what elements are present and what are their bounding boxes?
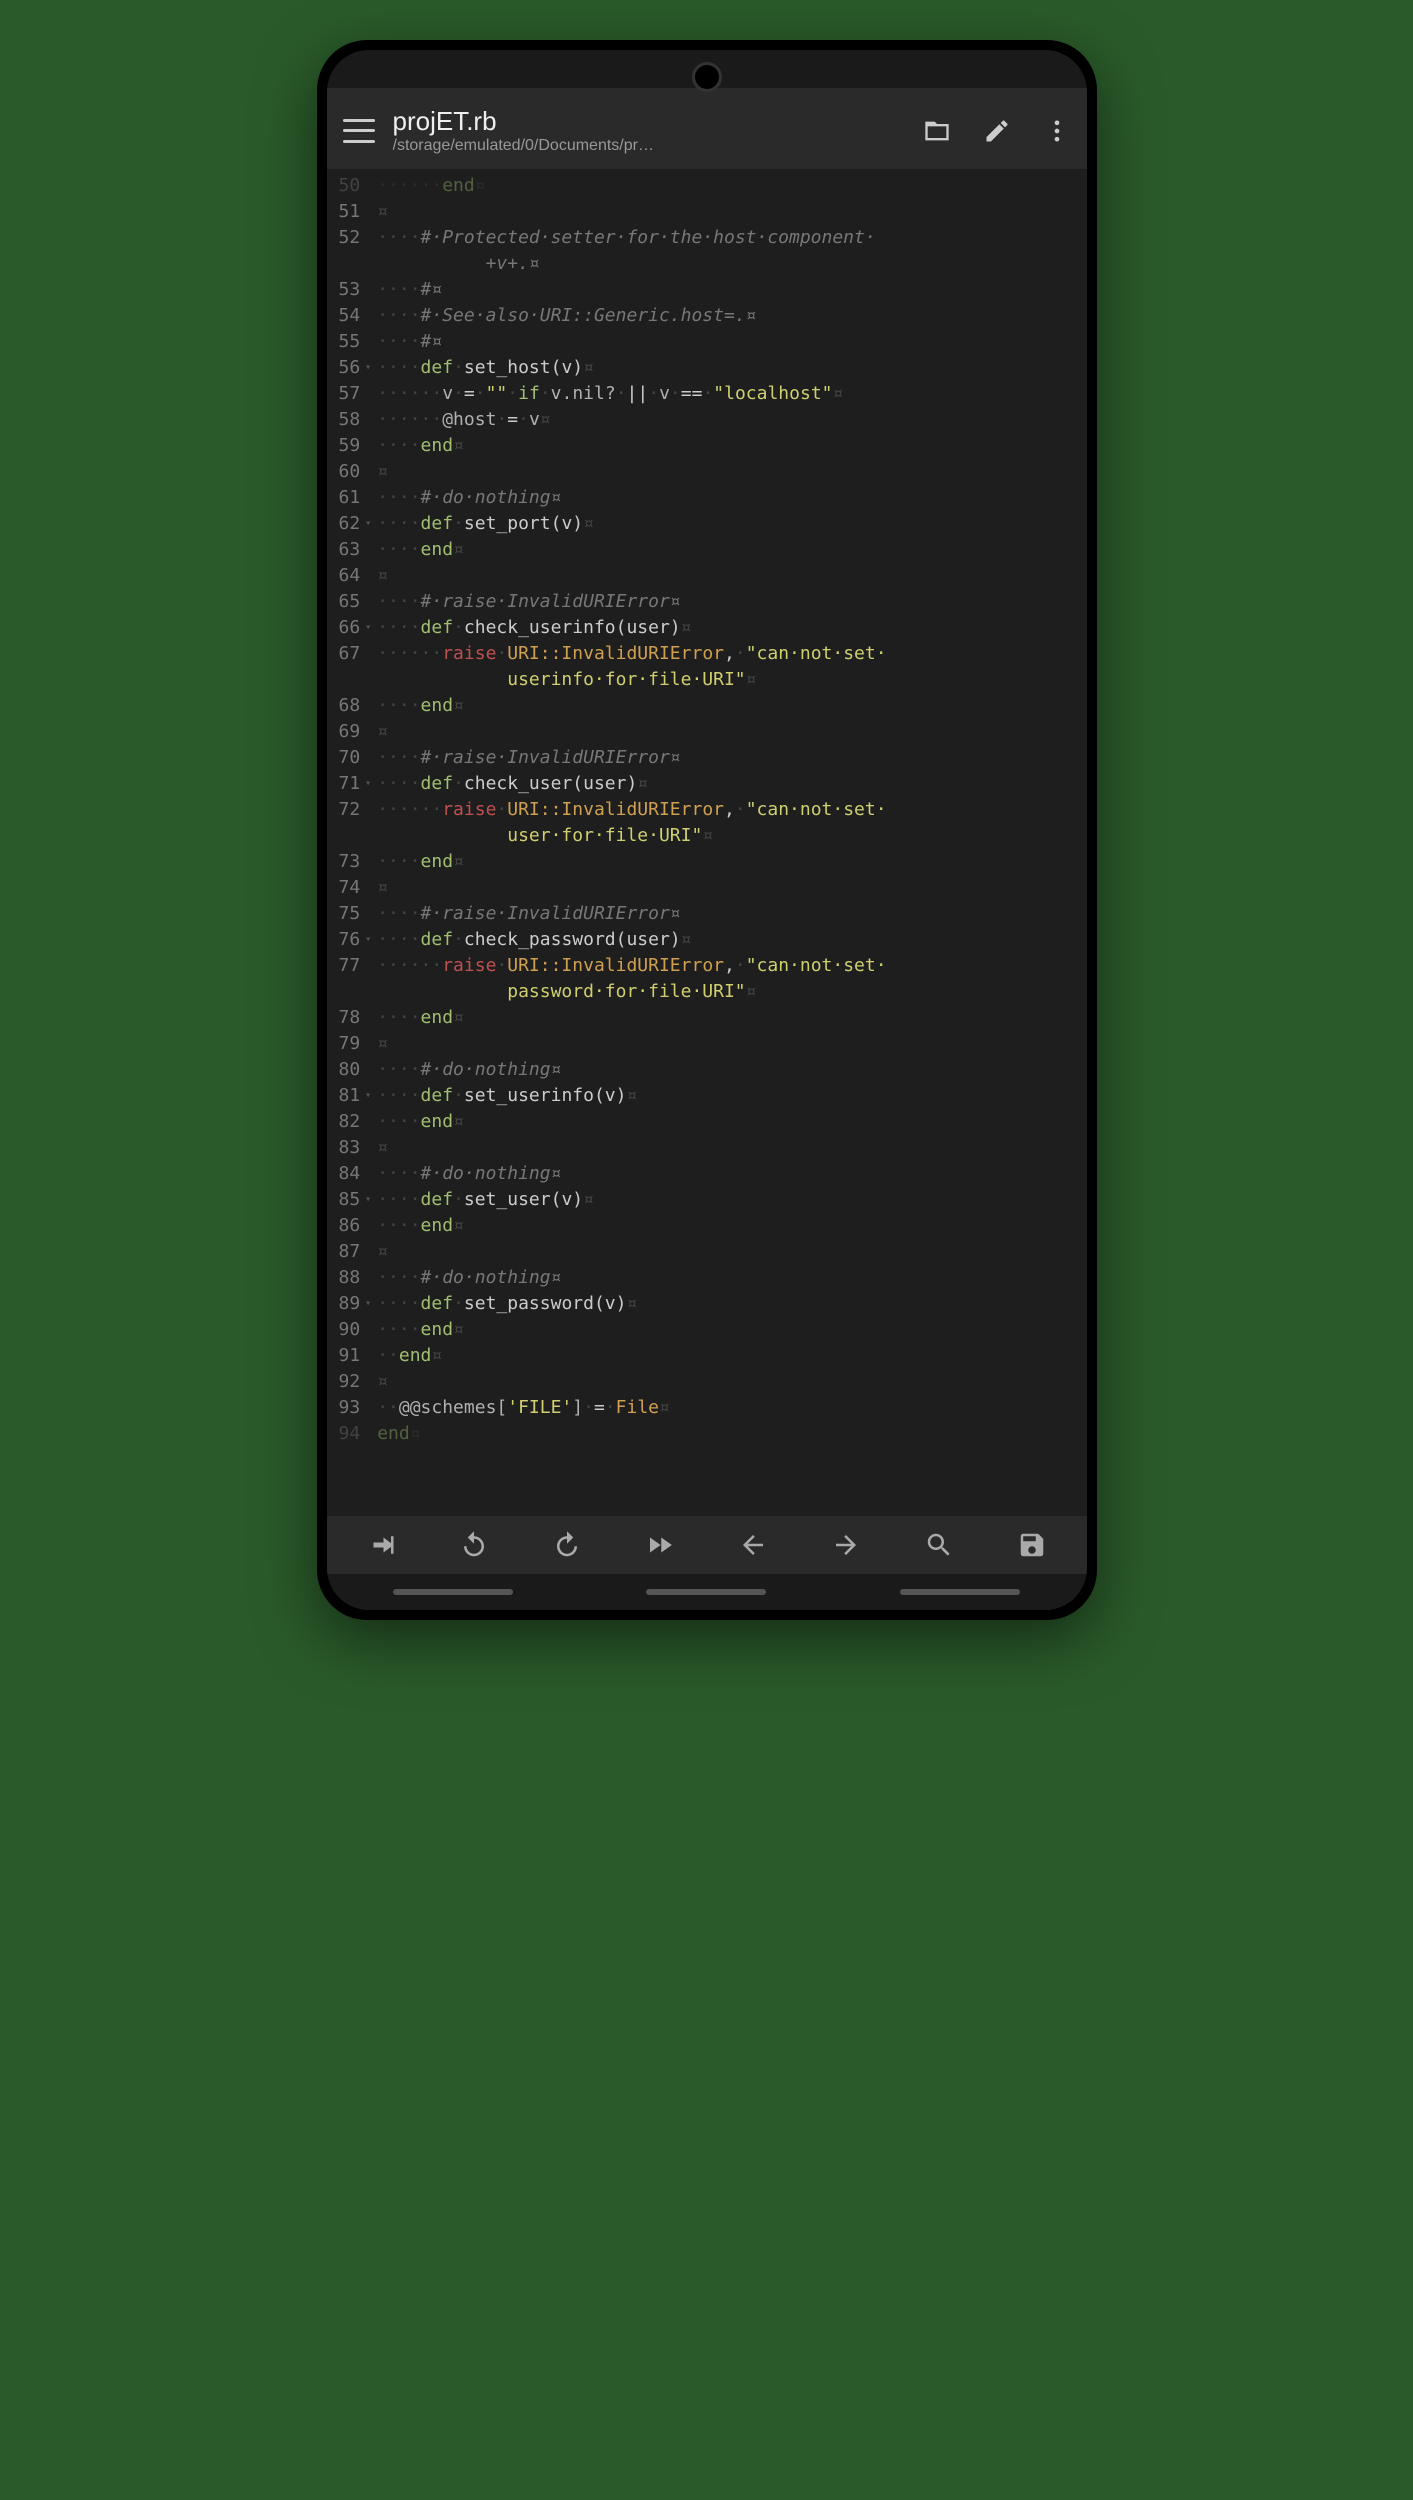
bottom-toolbar (327, 1516, 1087, 1574)
nav-back[interactable] (900, 1589, 1020, 1595)
save-icon[interactable] (1017, 1530, 1047, 1560)
file-title: projET.rb (393, 106, 911, 137)
title-area: projET.rb /storage/emulated/0/Documents/… (393, 106, 911, 155)
screen: projET.rb /storage/emulated/0/Documents/… (327, 50, 1087, 1610)
camera-notch (692, 62, 722, 92)
arrow-left-icon[interactable] (738, 1530, 768, 1560)
undo-icon[interactable] (459, 1530, 489, 1560)
app-toolbar: projET.rb /storage/emulated/0/Documents/… (327, 88, 1087, 169)
file-path: /storage/emulated/0/Documents/pr… (393, 137, 911, 155)
more-icon[interactable] (1043, 117, 1071, 145)
fast-forward-icon[interactable] (645, 1530, 675, 1560)
search-icon[interactable] (924, 1530, 954, 1560)
line-gutter: 50 51 52 53 54 55 56▾57 58 59 60 61 62▾6… (327, 169, 378, 1516)
menu-icon[interactable] (343, 119, 375, 143)
redo-icon[interactable] (552, 1530, 582, 1560)
code-editor[interactable]: 50 51 52 53 54 55 56▾57 58 59 60 61 62▾6… (327, 169, 1087, 1516)
arrow-right-icon[interactable] (831, 1530, 861, 1560)
tab-key-icon[interactable] (366, 1530, 396, 1560)
android-navbar (327, 1574, 1087, 1610)
open-folder-icon[interactable] (923, 117, 951, 145)
code-content[interactable]: ······end¤¤····#·Protected·setter·for·th… (377, 169, 1086, 1516)
nav-recent[interactable] (393, 1589, 513, 1595)
phone-frame: projET.rb /storage/emulated/0/Documents/… (317, 40, 1097, 1620)
edit-icon[interactable] (983, 117, 1011, 145)
nav-home[interactable] (646, 1589, 766, 1595)
